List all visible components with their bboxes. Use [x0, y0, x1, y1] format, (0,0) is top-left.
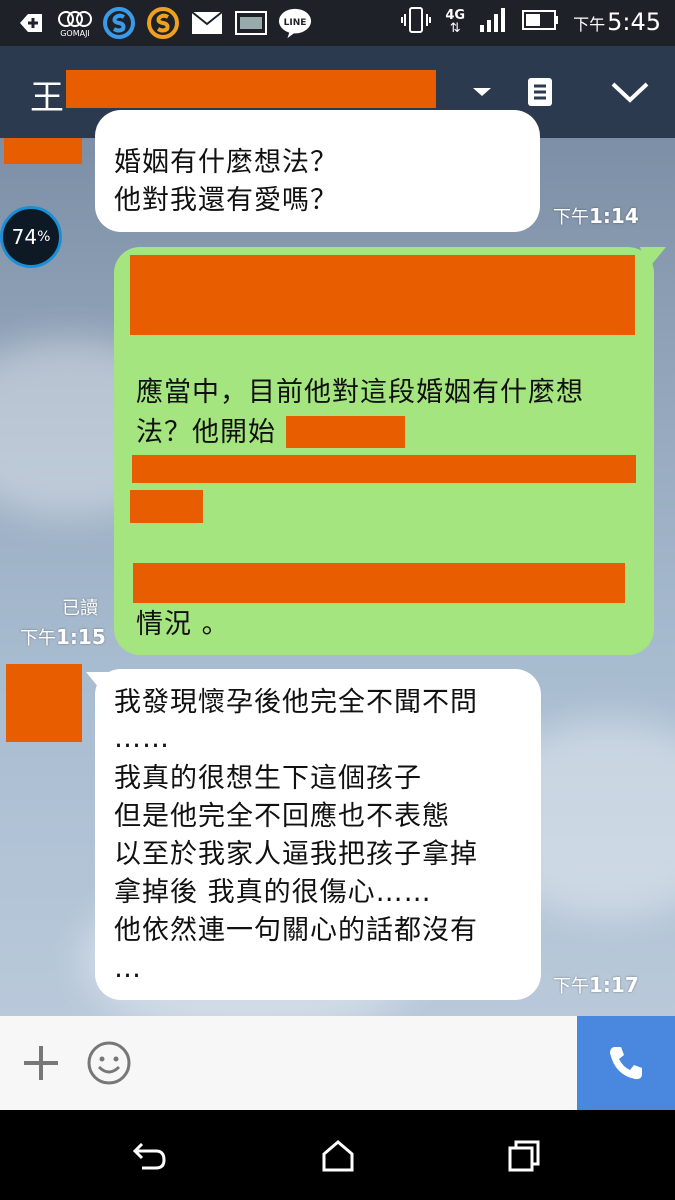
- dropdown-button[interactable]: [460, 70, 504, 114]
- redaction: [130, 255, 635, 335]
- collapse-button[interactable]: [608, 70, 652, 114]
- gomaji-label: GOMAJI: [60, 28, 90, 38]
- signal-icon: [479, 7, 507, 37]
- gomaji-icon: GOMAJI: [58, 6, 92, 40]
- message-line: 我真的很想生下這個孩子: [114, 763, 422, 794]
- bubble-tail: [640, 247, 666, 269]
- message-line: ……: [114, 723, 170, 754]
- message-line: 應當中，目前他對這段婚姻有什麼想: [136, 377, 584, 408]
- battery-icon: [521, 9, 559, 35]
- message-line: 婚姻有什麼想法？: [114, 147, 338, 178]
- message-timestamp: 下午1:17: [553, 973, 639, 997]
- message-line: 法？他開始: [136, 417, 276, 448]
- chevron-down-icon: [611, 82, 649, 103]
- notes-button[interactable]: [518, 70, 562, 114]
- notification-icons: GOMAJI LINE: [14, 6, 312, 40]
- smiley-icon: [87, 1041, 131, 1085]
- attach-button[interactable]: [16, 1038, 66, 1088]
- clock-time: 5:45: [607, 8, 661, 36]
- chat-title: 王: [30, 78, 64, 118]
- image-icon: [234, 6, 268, 40]
- message-timestamp: 下午1:14: [553, 204, 639, 228]
- mail-icon: [190, 6, 224, 40]
- message-line: 拿掉後 我真的很傷心……: [114, 877, 432, 908]
- message-line: 我發現懷孕後他完全不聞不問: [114, 687, 478, 718]
- home-button[interactable]: [314, 1132, 362, 1180]
- read-receipt: 已讀: [62, 598, 98, 619]
- home-icon: [322, 1140, 354, 1172]
- add-icon: [14, 6, 48, 40]
- redaction: [66, 70, 436, 108]
- avatar[interactable]: [6, 664, 82, 742]
- message-line: 情況 。: [136, 609, 230, 640]
- notes-icon: [528, 78, 552, 106]
- message-timestamp: 下午1:15: [20, 625, 106, 649]
- line-icon: LINE: [278, 6, 312, 40]
- data-arrows-icon: ⇅: [449, 21, 461, 36]
- status-indicators: 4G ⇅ 下午 5:45: [401, 6, 661, 38]
- redaction: [132, 455, 636, 483]
- recents-button[interactable]: [500, 1132, 548, 1180]
- redaction: [133, 563, 625, 603]
- redaction: [130, 490, 203, 523]
- caret-down-icon: [473, 88, 491, 96]
- message-line: 他對我還有愛嗎？: [114, 185, 338, 216]
- system-nav-bar: [0, 1110, 675, 1200]
- battery-percentage-overlay[interactable]: 74%: [0, 206, 62, 268]
- clock: 下午 5:45: [573, 8, 661, 36]
- redaction: [286, 416, 405, 448]
- vibrate-icon: [401, 6, 432, 38]
- sticker-button[interactable]: [84, 1038, 134, 1088]
- avatar[interactable]: [4, 138, 82, 164]
- back-icon: [132, 1142, 166, 1170]
- message-line: 但是他完全不回應也不表態: [114, 801, 450, 832]
- back-button[interactable]: [126, 1132, 174, 1180]
- message-line: …: [114, 953, 142, 984]
- s-app-icon: [102, 6, 136, 40]
- clock-prefix: 下午: [573, 15, 606, 34]
- message-line: 他依然連一句關心的話都沒有: [114, 915, 478, 946]
- input-bar: [0, 1016, 675, 1110]
- phone-icon: [610, 1047, 642, 1080]
- battery-unit: %: [37, 229, 51, 245]
- s-app-icon-2: [146, 6, 180, 40]
- recents-icon: [508, 1140, 540, 1172]
- plus-icon: [24, 1046, 58, 1080]
- message-line: 以至於我家人逼我把孩子拿掉: [114, 839, 478, 870]
- network-indicator: 4G ⇅: [445, 9, 465, 35]
- status-bar: GOMAJI LINE 4G ⇅ 下午 5:45: [0, 0, 675, 46]
- call-button[interactable]: [577, 1016, 675, 1110]
- line-label: LINE: [283, 18, 307, 28]
- battery-value: 74: [11, 225, 38, 249]
